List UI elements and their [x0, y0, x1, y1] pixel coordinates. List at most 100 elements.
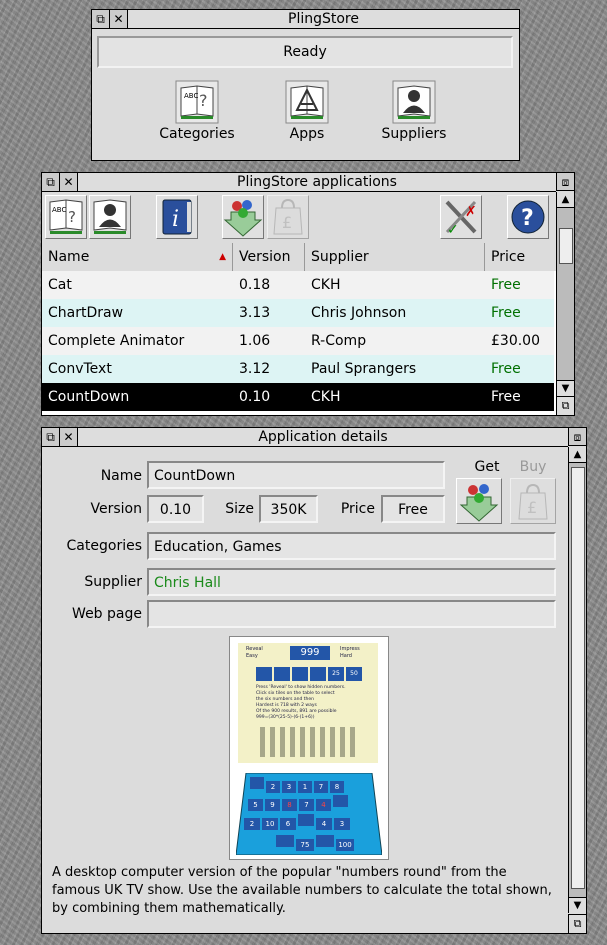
- window-title: PlingStore applications: [237, 174, 397, 190]
- grid-cell: 100: [336, 839, 354, 851]
- scroll-down-icon[interactable]: ▼: [557, 380, 574, 396]
- screenshot-option-reveal: Reveal: [246, 646, 263, 652]
- cell-supplier: CKH: [311, 389, 341, 405]
- screenshot-tile: [256, 667, 272, 681]
- close-icon[interactable]: ✕: [110, 10, 128, 28]
- svg-text:£: £: [282, 213, 292, 232]
- screenshot-option-impress: Impress: [340, 646, 360, 652]
- categories-button[interactable]: ABC ? Categories: [152, 80, 242, 154]
- status-field: Ready: [97, 36, 513, 68]
- suppliers-label: Suppliers: [381, 126, 447, 142]
- grid-cell: 7: [314, 781, 328, 793]
- back-icon[interactable]: ⧉: [42, 173, 60, 191]
- svg-text:?: ?: [521, 206, 534, 231]
- supplier-field[interactable]: Chris Hall: [147, 568, 556, 596]
- cell-name: CountDown: [48, 389, 130, 405]
- screenshot-table-row: 2 10 6 4 3: [244, 814, 350, 830]
- help-icon[interactable]: ?: [507, 195, 549, 239]
- vertical-scrollbar[interactable]: ▲ ▼: [568, 447, 586, 913]
- version-label: Version: [90, 501, 142, 517]
- status-text: Ready: [283, 44, 327, 60]
- cell-price: £30.00: [491, 333, 540, 349]
- table-row[interactable]: Complete Animator 1.06 R-Comp £30.00: [42, 327, 554, 355]
- cell-supplier: Paul Sprangers: [311, 361, 417, 377]
- toggle-size-icon[interactable]: ⧈: [568, 428, 586, 446]
- grid-cell: 4: [316, 818, 332, 830]
- info-icon[interactable]: i: [156, 195, 198, 239]
- cell-version: 3.13: [239, 305, 271, 321]
- column-supplier-label: Supplier: [311, 249, 369, 265]
- table-row[interactable]: ChartDraw 3.13 Chris Johnson Free: [42, 299, 554, 327]
- screenshot-table-row: 23178: [250, 777, 344, 793]
- suppliers-button[interactable]: Suppliers: [369, 80, 459, 154]
- table-row[interactable]: Cat 0.18 CKH Free: [42, 271, 554, 299]
- webpage-field[interactable]: [147, 600, 556, 628]
- get-icon[interactable]: [222, 195, 264, 239]
- apps-button[interactable]: Apps: [262, 80, 352, 154]
- scroll-thumb[interactable]: [559, 228, 573, 264]
- suppliers-icon[interactable]: [89, 195, 131, 239]
- vertical-scrollbar[interactable]: ▲ ▼: [556, 192, 574, 396]
- supplier-label: Supplier: [84, 574, 142, 590]
- screenshot-instructions: Press 'Reveal' to show hidden numbers. C…: [256, 685, 374, 721]
- cell-supplier: Chris Johnson: [311, 305, 407, 321]
- svg-text:ABC: ABC: [184, 92, 198, 100]
- table-row-selected[interactable]: CountDown 0.10 CKH Free: [42, 383, 554, 411]
- details-titlebar[interactable]: ⧉ ✕ Application details: [42, 428, 568, 447]
- toolbar: ABC? i £ ✗ ✓ ?: [42, 192, 556, 242]
- suppliers-book-icon: [392, 80, 436, 124]
- cell-supplier: CKH: [311, 277, 341, 293]
- cell-price: Free: [491, 305, 521, 321]
- toggle-size-icon[interactable]: ⧈: [556, 173, 574, 191]
- grid-cell: [298, 814, 314, 826]
- plingstore-window: ⧉ ✕ PlingStore Ready ABC ? Categories Ap…: [91, 9, 520, 161]
- column-header-supplier[interactable]: Supplier: [305, 243, 485, 271]
- cell-supplier: R-Comp: [311, 333, 367, 349]
- column-name-label: Name: [48, 249, 90, 265]
- screenshot-table: 23178 59874 2 10 6 4 3 75 100: [236, 773, 382, 855]
- column-version-label: Version: [239, 249, 291, 265]
- grid-cell: [316, 835, 334, 847]
- scroll-down-icon[interactable]: ▼: [569, 897, 586, 913]
- column-header-price[interactable]: Price: [485, 243, 556, 271]
- webpage-label: Web page: [72, 606, 142, 622]
- grid-cell: 1: [298, 781, 312, 793]
- resize-handle-icon[interactable]: ⧉: [568, 914, 586, 933]
- categories-icon[interactable]: ABC?: [45, 195, 87, 239]
- close-icon[interactable]: ✕: [60, 428, 78, 446]
- grid-cell: 6: [280, 818, 296, 830]
- scroll-up-icon[interactable]: ▲: [569, 447, 586, 463]
- price-field: Free: [381, 495, 445, 523]
- grid-cell: 7: [299, 799, 314, 811]
- screenshot-tile: [292, 667, 308, 681]
- grid-cell: 2: [266, 781, 280, 793]
- tools-icon[interactable]: ✗ ✓: [440, 195, 482, 239]
- get-button[interactable]: [456, 478, 502, 524]
- screenshot-tiles: 25 50: [256, 667, 366, 681]
- back-icon[interactable]: ⧉: [42, 428, 60, 446]
- column-price-label: Price: [491, 249, 526, 265]
- back-icon[interactable]: ⧉: [92, 10, 110, 28]
- column-header-version[interactable]: Version: [233, 243, 305, 271]
- details-window: ⧉ ✕ Application details ⧈ Name CountDown…: [41, 427, 587, 934]
- scroll-up-icon[interactable]: ▲: [557, 192, 574, 208]
- svg-text:i: i: [172, 207, 179, 232]
- size-field: 350K: [259, 495, 318, 523]
- resize-handle-icon[interactable]: ⧉: [556, 396, 574, 415]
- column-header-name[interactable]: Name ▲: [42, 243, 233, 271]
- screenshot-option-easy: Easy: [246, 653, 258, 659]
- applications-titlebar[interactable]: ⧉ ✕ PlingStore applications: [42, 173, 556, 192]
- plingstore-titlebar[interactable]: ⧉ ✕ PlingStore: [92, 10, 519, 29]
- screenshot-top-panel: Reveal Easy 999 Impress Hard 25 50 Press…: [238, 643, 378, 763]
- buy-icon: £: [267, 195, 309, 239]
- scroll-thumb[interactable]: [571, 467, 585, 889]
- close-icon[interactable]: ✕: [60, 173, 78, 191]
- get-label: Get: [474, 459, 500, 475]
- screenshot-tile: 50: [346, 667, 362, 681]
- cell-version: 1.06: [239, 333, 271, 349]
- cell-name: Complete Animator: [48, 333, 185, 349]
- window-title: Application details: [258, 429, 388, 445]
- grid-cell: 8: [282, 799, 297, 811]
- svg-text:£: £: [527, 498, 537, 517]
- table-row[interactable]: ConvText 3.12 Paul Sprangers Free: [42, 355, 554, 383]
